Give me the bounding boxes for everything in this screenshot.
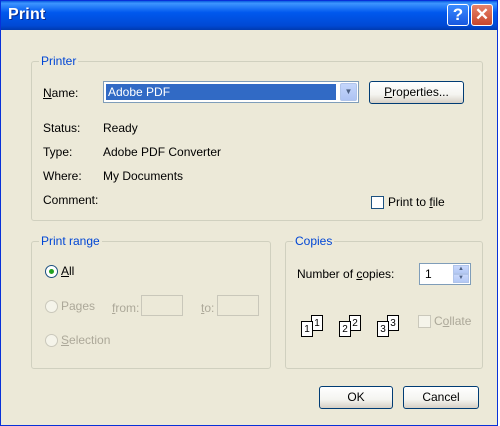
spin-up-icon[interactable]: ▲ [453,265,469,274]
printer-group-label: Printer [39,54,79,68]
radio-selected-dot [49,269,54,274]
status-value: Ready [103,121,138,135]
copies-group: Copies [285,234,483,369]
to-label: to: [201,301,215,315]
print-to-file-checkbox[interactable] [371,196,384,209]
selection-radio[interactable] [45,334,58,347]
pages-label[interactable]: Pages [61,299,95,313]
printer-name-value: Adobe PDF [106,84,336,100]
collate-page: 2 [339,321,351,337]
all-label[interactable]: All [61,264,74,278]
collate-checkbox[interactable] [418,315,431,328]
help-icon: ? [452,5,464,24]
print-to-file-label[interactable]: Print to file [388,195,445,209]
where-label: Where: [43,169,82,183]
close-icon: ✕ [474,5,490,24]
pages-radio[interactable] [45,300,58,313]
cancel-button[interactable]: Cancel [403,386,479,409]
to-input[interactable] [217,295,259,316]
selection-label[interactable]: Selection [61,333,110,347]
number-of-copies-label: Number of copies: [297,267,395,281]
printer-name-select[interactable]: Adobe PDF ▼ [103,81,359,103]
type-label: Type: [43,145,73,159]
from-input[interactable] [141,295,183,316]
where-value: My Documents [103,169,184,183]
all-radio[interactable] [45,265,58,278]
collate-page: 3 [377,321,389,337]
collate-page: 1 [301,321,313,337]
help-button[interactable]: ? [447,4,469,26]
status-label: Status: [43,121,81,135]
title-bar[interactable]: Print ? ✕ [1,1,497,30]
ok-button[interactable]: OK [319,386,393,409]
copies-spinner[interactable]: 1 ▲ ▼ [419,263,471,285]
name-label: Name: [43,86,79,100]
window-title: Print [8,6,46,23]
chevron-down-icon[interactable]: ▼ [340,83,357,101]
collate-label[interactable]: Collate [434,314,471,328]
from-label: from: [112,301,140,315]
print-dialog: Print ? ✕ Printer Name: Adobe PDF ▼ Prop… [0,0,498,426]
print-range-group-label: Print range [39,234,102,248]
copies-value: 1 [425,267,432,281]
type-value: Adobe PDF Converter [103,145,222,159]
properties-button[interactable]: Properties... [369,81,464,104]
copies-group-label: Copies [293,234,335,248]
comment-label: Comment: [43,193,99,207]
close-button[interactable]: ✕ [471,4,493,26]
spin-down-icon[interactable]: ▼ [453,274,469,283]
